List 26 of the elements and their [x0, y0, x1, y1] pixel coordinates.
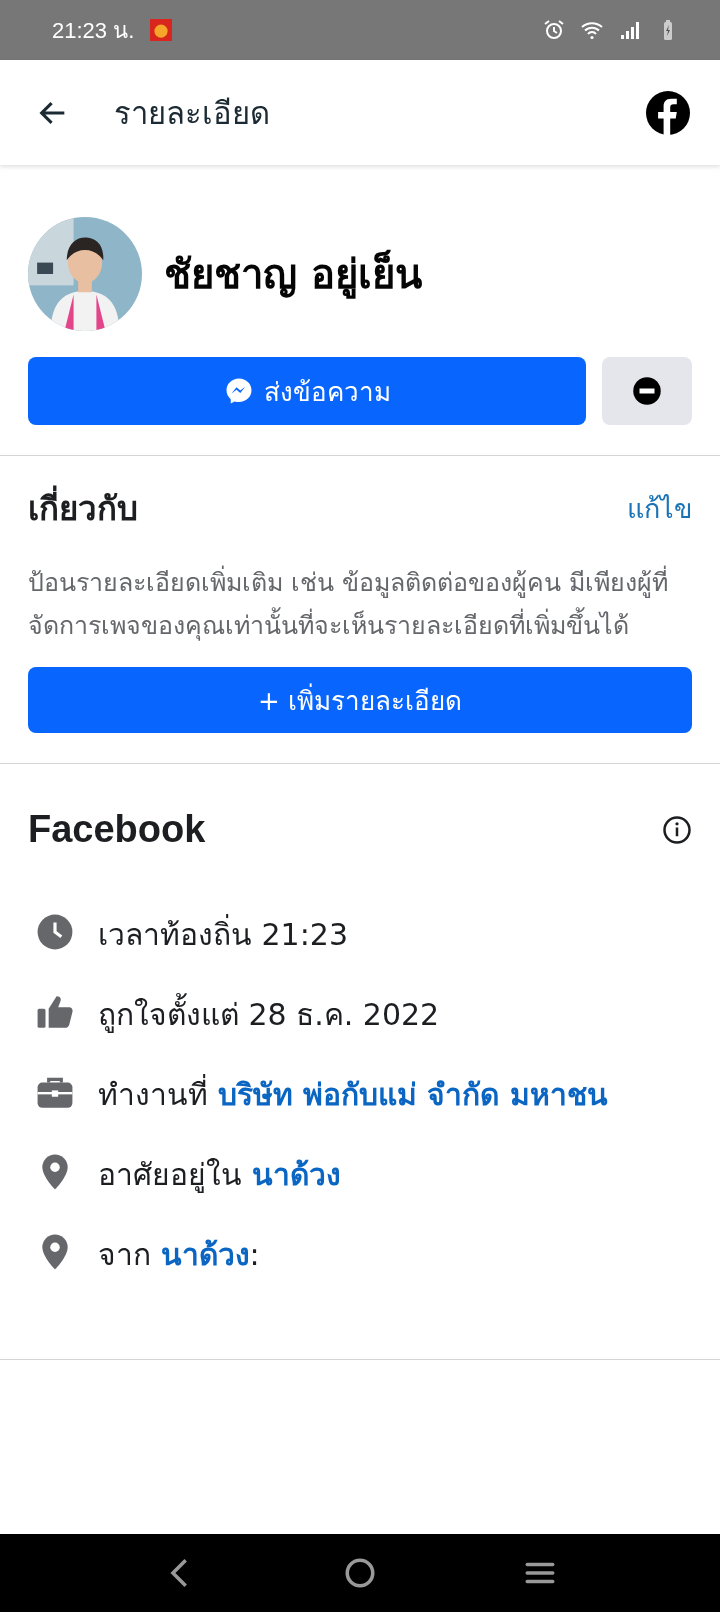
home-nav-icon[interactable] — [343, 1556, 377, 1590]
section-heading: เกี่ยวกับ — [28, 482, 138, 535]
thumbs-up-icon — [36, 993, 74, 1031]
info-text: จาก นาด้วง: — [98, 1236, 260, 1274]
app-notification-icon — [150, 19, 173, 41]
edit-link[interactable]: แก้ไข — [627, 487, 692, 530]
profile-name: ชัยชาญ อยู่เย็น — [164, 248, 422, 301]
section-heading: Facebook — [28, 808, 206, 851]
send-message-button[interactable]: ส่งข้อความ — [28, 357, 586, 425]
add-details-button[interactable]: + เพิ่มรายละเอียด — [28, 667, 692, 733]
info-text: เวลาท้องถิ่น 21:23 — [98, 909, 348, 961]
place-link[interactable]: บริษัท พ่อกับแม่ จำกัด มหาชน — [217, 1077, 608, 1112]
facebook-logo-icon[interactable] — [646, 90, 690, 135]
info-icon[interactable] — [662, 814, 692, 845]
place-link[interactable]: นาด้วง — [251, 1157, 341, 1192]
info-text: ถูกใจตั้งแต่ 28 ธ.ค. 2022 — [98, 989, 440, 1041]
place-link[interactable]: นาด้วง — [160, 1237, 250, 1272]
about-description: ป้อนรายละเอียดเพิ่มเติม เช่น ข้อมูลติดต่อของผู้คน มีเพียงผู้ที่จัดการเพจของคุณเท่านั้นที่จะเห็นรายละเอียดที่เพิ่มขึ้นได้ — [28, 561, 692, 647]
block-icon — [632, 376, 662, 406]
status-time: 21:23 น. — [52, 16, 135, 45]
clock-icon — [36, 913, 74, 951]
info-text: ทำงานที่ บริษัท พ่อกับแม่ จำกัด มหาชน — [98, 1069, 608, 1121]
block-button[interactable] — [602, 357, 692, 425]
info-text: อาศัยอยู่ใน นาด้วง — [98, 1156, 341, 1195]
page-title: รายละเอียด — [114, 93, 270, 133]
alarm-icon — [542, 18, 566, 42]
